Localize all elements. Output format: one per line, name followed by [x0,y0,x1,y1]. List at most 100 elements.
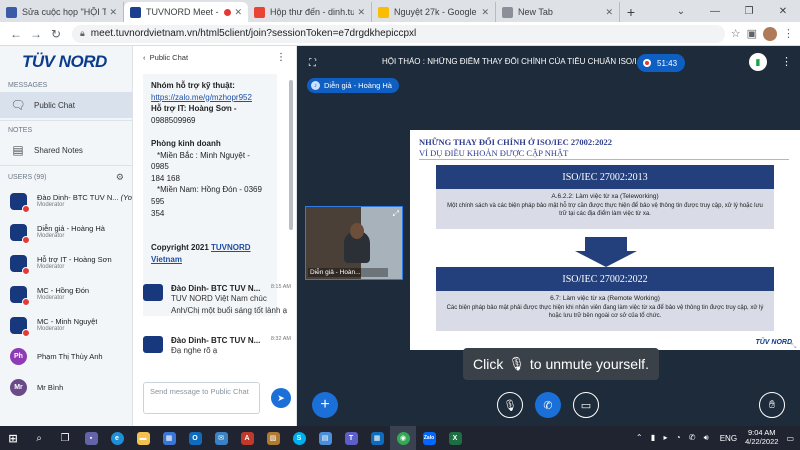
dropdown-icon[interactable]: ⌄ [664,6,698,17]
chat-message-input[interactable]: Send message to Public Chat [143,382,260,414]
zalo-icon[interactable]: Zalo [416,426,442,450]
options-menu-icon[interactable]: ⋮ [781,55,792,68]
excel-icon[interactable]: X [442,426,468,450]
tab-title: Sửa cuộc họp "HỘI THẢO [22,7,106,17]
chat-scrollbar[interactable] [289,80,293,230]
user-avatar: Ph [10,348,27,365]
webcam-username: Diễn giả - Hoàn... [308,268,388,277]
fullscreen-icon[interactable]: ⤢ [393,209,399,219]
message-text: Đạ nghe rõ ạ [171,346,218,355]
windows-start-icon[interactable]: ⊞ [0,426,26,450]
user-name: Mr Bình [37,383,63,392]
close-tab-icon[interactable]: ✕ [605,7,613,18]
calendar-icon[interactable]: ▦ [364,426,390,450]
recording-timer[interactable]: 51:43 [637,54,686,72]
connection-status-icon[interactable]: ▮ [749,53,767,71]
language-indicator[interactable]: ENG [720,434,737,443]
extension-icon[interactable]: ▣ [747,27,757,40]
raise-hand-button[interactable]: ✋︎ [759,392,785,418]
send-message-button[interactable]: ➤ [271,388,291,408]
leave-audio-button[interactable]: ✆ [535,392,561,418]
gear-icon[interactable]: ⚙ [116,172,124,183]
webcam-video[interactable]: ⤢ Diễn giả - Hoàn... [305,206,403,280]
search-icon[interactable]: ⌕ [26,426,52,450]
outlook-icon[interactable]: O [182,426,208,450]
browser-tab[interactable]: New Tab ✕ [496,2,620,22]
back-icon[interactable]: ← [6,27,26,41]
user-role: Moderator [37,202,65,209]
user-name-text: Hỗ trợ IT - Hoàng Sơn [37,255,112,265]
tray-icons[interactable]: ⌃ ▮ ▸ ◔ ✆ 🔊︎ [636,433,712,443]
unmute-button[interactable]: 🎙︎ [497,392,523,418]
skype-icon[interactable]: S [286,426,312,450]
zalo-link[interactable]: https://zalo.me/g/mzhopr952 [151,93,252,102]
sender-name: Đào Dinh- BTC TUV N... [171,336,261,345]
app-icon[interactable]: ▤ [312,426,338,450]
notification-icon[interactable]: ▭ [786,434,794,443]
shared-notes-nav[interactable]: ▤ Shared Notes [0,137,132,163]
profile-avatar[interactable] [763,26,777,41]
user-list-item[interactable]: Ph Phạm Thị Thùy Anh [0,341,132,372]
photos-icon[interactable]: ▨ [260,426,286,450]
mail-icon[interactable]: ✉ [208,426,234,450]
close-tab-icon[interactable]: ✕ [357,7,365,18]
browser-tab[interactable]: Hộp thư đến - dinh.tuvno✕ [248,2,372,22]
north-contact: *Miền Bắc : Minh Nguyệt - 0985 [151,150,250,172]
recording-dot-icon [224,8,232,16]
browser-tab[interactable]: TUVNORD Meet - HỘI ✕ [124,2,248,22]
avatar-initials: Ph [14,353,23,360]
close-tab-icon[interactable]: ✕ [481,7,489,18]
minimize-icon[interactable]: — [698,6,732,17]
tab-strip: Sửa cuộc họp "HỘI THẢO✕TUVNORD Meet - HỘ… [0,0,620,22]
restore-icon[interactable]: ❐ [732,6,766,17]
tab-favicon [130,6,141,18]
user-list-item[interactable]: Hỗ trợ IT - Hoàng Sơn Moderator [0,248,132,279]
user-list-item[interactable]: Đào Dinh- BTC TUV N... (You)Moderator [0,186,132,217]
reload-icon[interactable]: ↻ [46,27,66,41]
user-name-text: MC - Minh Nguyệt [37,317,98,327]
browser-tab[interactable]: Nguyệt 27k - Google Driv✕ [372,2,496,22]
share-webcam-button[interactable]: ▭ [573,392,599,418]
shared-notes-label: Shared Notes [34,145,83,155]
browser-tab[interactable]: Sửa cuộc họp "HỘI THẢO✕ [0,2,124,22]
task-view-icon[interactable]: ❐ [52,426,78,450]
iso-2022-box: ISO/IEC 27002:2022 6.7: Làm việc từ xa (… [436,267,774,331]
expand-icon[interactable]: ⤡ [787,341,800,353]
user-name: MC - Hồng Đón [37,286,89,295]
file-explorer-icon[interactable]: ▬ [130,426,156,450]
user-name: Diễn giả - Hoàng Hà [37,224,105,233]
user-info: MC - Minh Nguyệt Moderator [37,317,97,333]
star-icon[interactable]: ☆ [731,27,741,40]
browser-menu-icon[interactable]: ⋮ [783,27,794,40]
new-tab-button[interactable]: + [620,2,642,22]
public-chat-nav[interactable]: 🗨︎ Public Chat [0,92,132,118]
camera-off-icon: ▭ [580,399,592,412]
system-clock[interactable]: 9:04 AM 4/22/2022 [745,429,778,446]
teams-icon[interactable]: T [338,426,364,450]
url-input[interactable]: 🔒︎ meet.tuvnordvietnam.vn/html5client/jo… [72,24,725,43]
close-window-icon[interactable]: ✕ [766,6,800,17]
toggle-userlist-icon[interactable]: ⛶ [309,58,316,69]
user-list-item[interactable]: Diễn giả - Hoàng Hà Moderator [0,217,132,248]
close-tab-icon[interactable]: ✕ [109,7,117,18]
speaker-icon: ♪ [311,81,320,90]
store-icon[interactable]: ▦ [156,426,182,450]
presentation-slide: NHỮNG THAY ĐỔI CHÍNH Ở ISO/IEC 27002:202… [410,130,800,350]
you-label: (You) [120,193,132,203]
iso-2022-title: ISO/IEC 27002:2022 [436,267,774,291]
chat-app-icon[interactable]: ▪ [78,426,104,450]
pdf-icon[interactable]: A [234,426,260,450]
chrome-icon[interactable]: ◉ [390,426,416,450]
user-list-item[interactable]: Mr Mr Bình [0,372,132,403]
address-bar: ← → ↻ 🔒︎ meet.tuvnordvietnam.vn/html5cli… [0,22,800,46]
actions-plus-button[interactable]: + [312,392,338,418]
user-list-item[interactable]: MC - Hồng Đón Moderator [0,279,132,310]
user-list-item[interactable]: MC - Minh Nguyệt Moderator [0,310,132,341]
hide-chat-button[interactable]: ‹ Public Chat [143,53,188,62]
chat-options-icon[interactable]: ⋮ [276,52,286,63]
edge-icon[interactable]: e [104,426,130,450]
close-tab-icon[interactable]: ✕ [234,7,242,18]
divider [0,120,132,121]
muted-mic-icon [22,329,30,337]
forward-icon[interactable]: → [26,27,46,41]
